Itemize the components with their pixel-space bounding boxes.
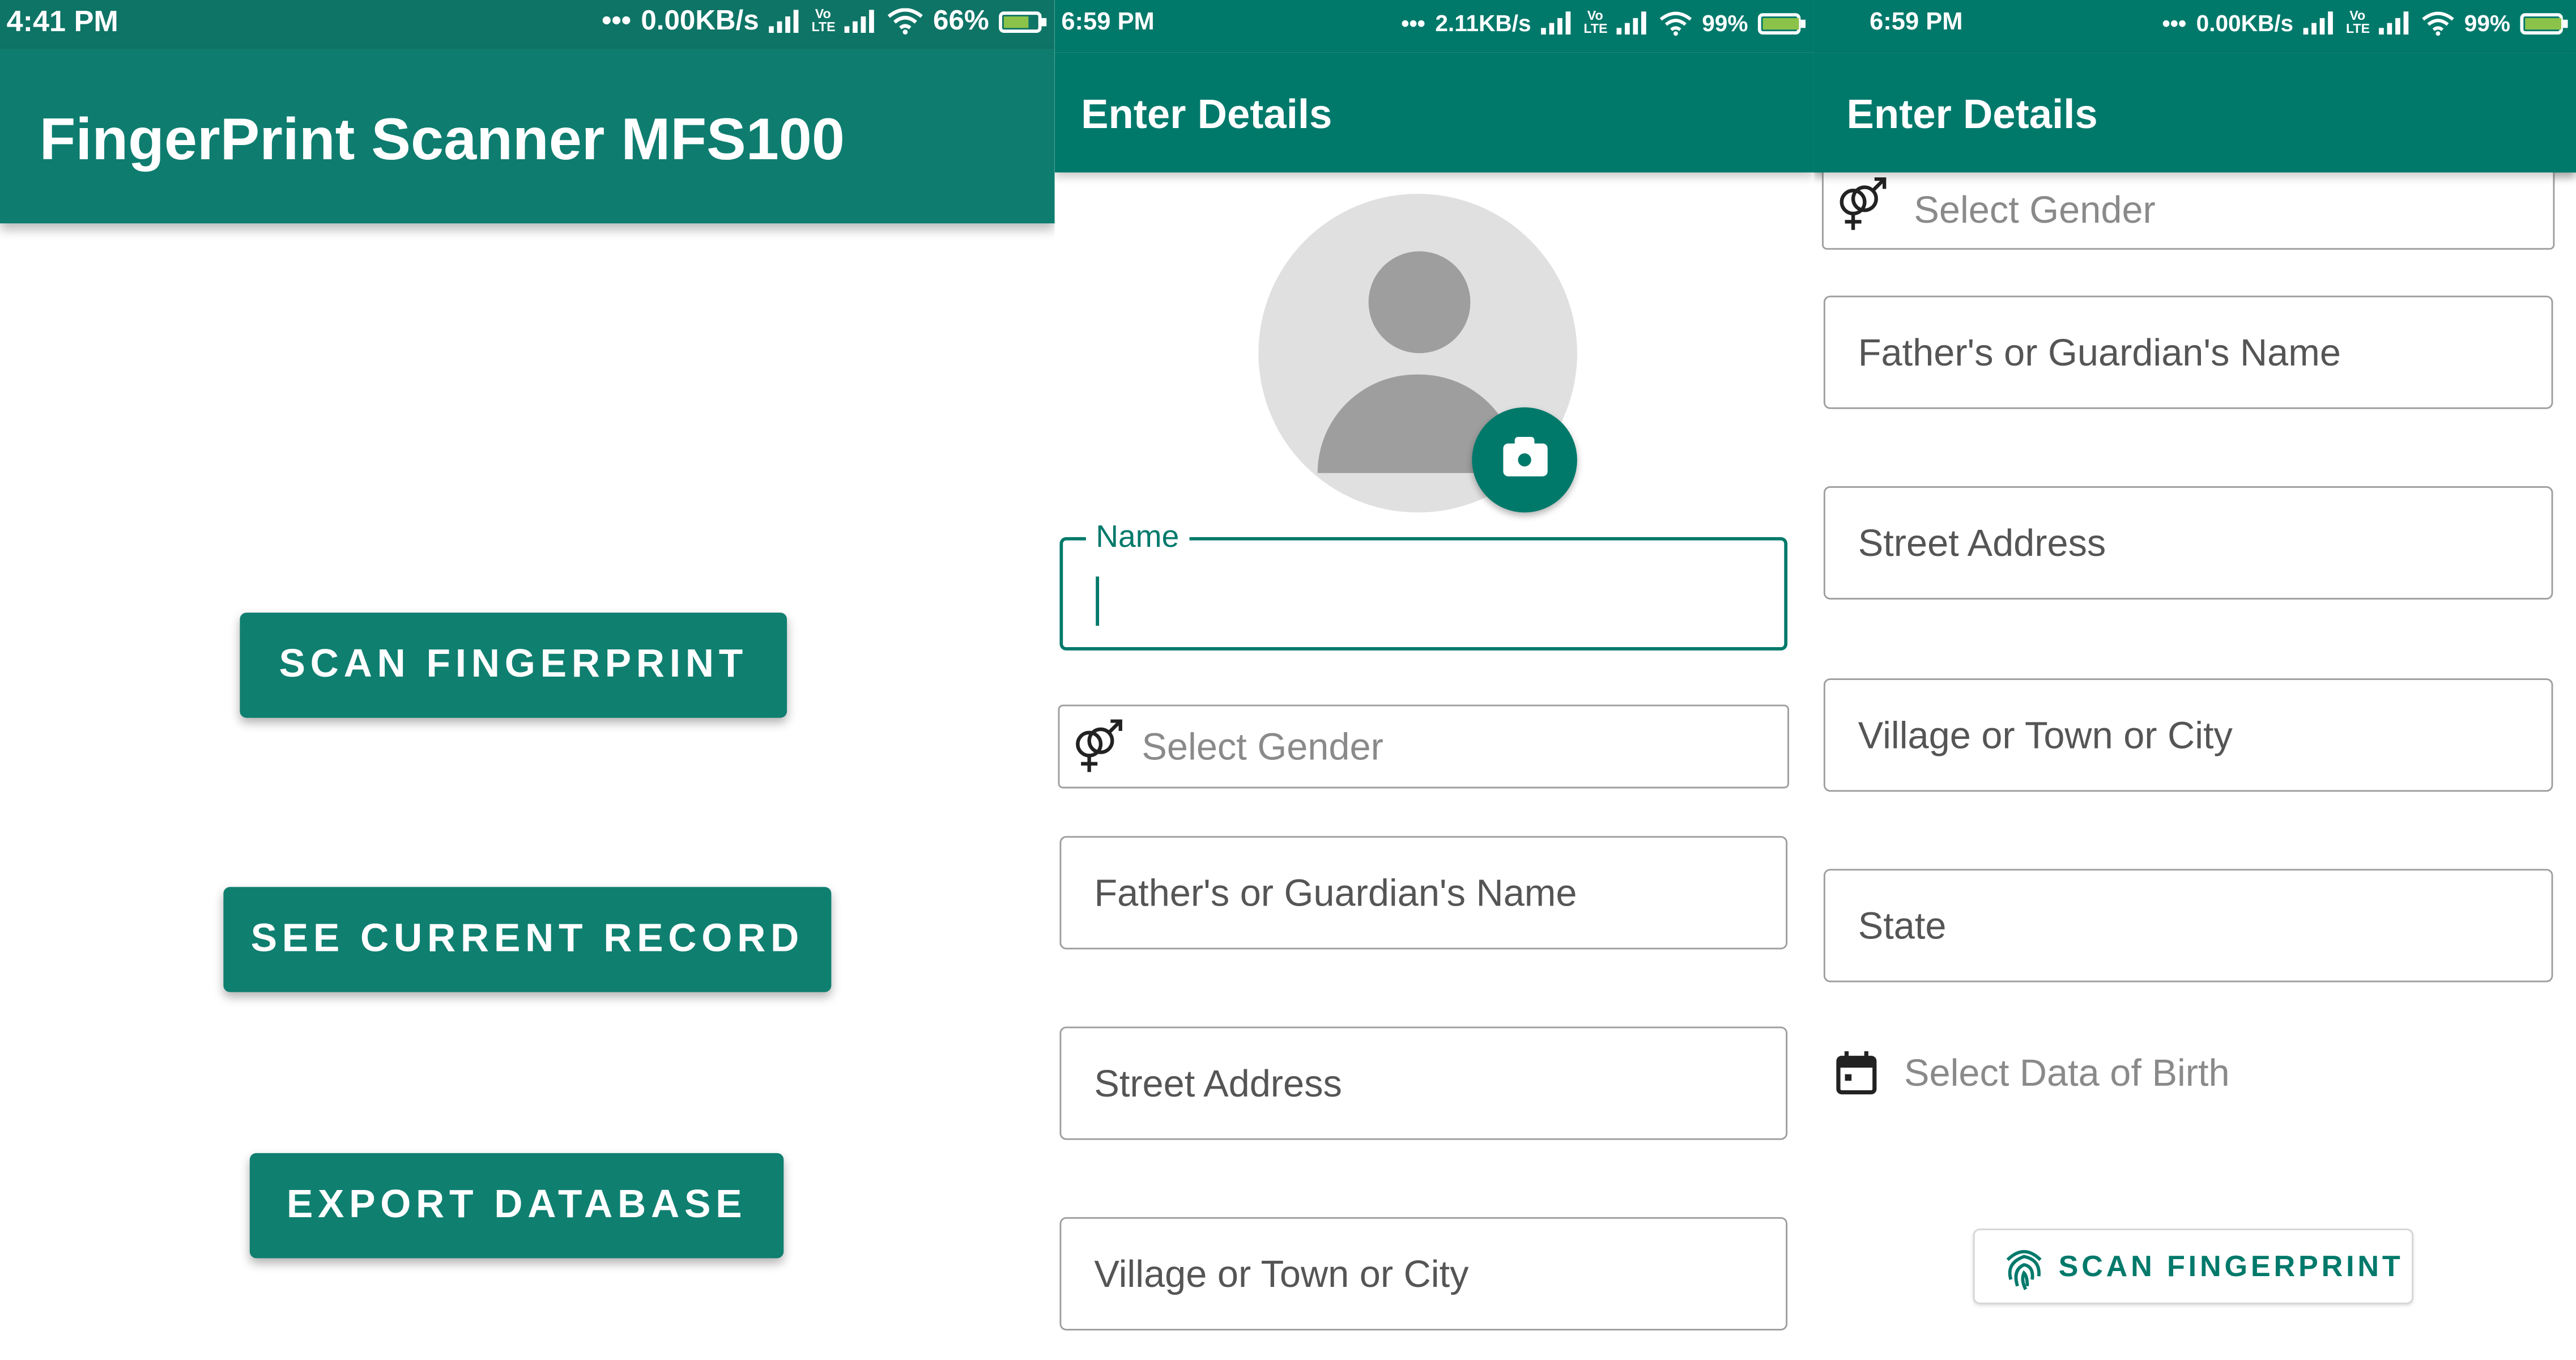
fingerprint-icon (2006, 1250, 2042, 1290)
lte-icon: Vo LTE (1583, 8, 1608, 36)
more-dots-icon: ••• (602, 5, 631, 36)
street-address-field[interactable]: Street Address (1823, 486, 2553, 600)
village-field[interactable]: Village or Town or City (1823, 678, 2553, 792)
status-icons: ••• 0.00KB/s Vo LTE 99% (2162, 8, 2568, 36)
father-name-placeholder: Father's or Guardian's Name (1094, 870, 1577, 913)
battery-icon (2520, 12, 2568, 34)
status-bar: 6:59 PM ••• 2.11KB/s Vo LTE 99% (1054, 0, 1814, 53)
wifi-icon (887, 8, 923, 35)
street-address-placeholder: Street Address (1094, 1061, 1342, 1104)
gender-select[interactable]: Select Gender (1058, 704, 1789, 789)
wifi-icon (1659, 11, 1692, 35)
network-speed: 0.00KB/s (641, 5, 759, 36)
battery-percent: 66% (933, 5, 989, 36)
camera-button[interactable] (1472, 407, 1577, 513)
gender-select[interactable]: Select Gender (1821, 161, 2555, 250)
more-dots-icon: ••• (2162, 10, 2187, 36)
export-database-button[interactable]: EXPORT DATABASE (249, 1153, 784, 1259)
state-placeholder: State (1858, 903, 1947, 946)
gender-placeholder: Select Gender (1914, 188, 2156, 231)
street-address-field[interactable]: Street Address (1059, 1026, 1788, 1140)
dob-placeholder: Select Data of Birth (1904, 1051, 2230, 1094)
signal-icon-2 (2378, 11, 2412, 35)
signal-icon-2 (844, 10, 877, 33)
lte-icon: Vo LTE (811, 6, 836, 35)
name-field-label: Name (1085, 520, 1189, 557)
status-time: 6:59 PM (1061, 8, 1155, 36)
main-menu-screen: 4:41 PM ••• 0.00KB/s Vo LTE 66% FingerPri… (0, 0, 1055, 1360)
village-placeholder: Village or Town or City (1094, 1251, 1469, 1295)
app-bar: Enter Details (1054, 52, 1814, 173)
street-address-placeholder: Street Address (1858, 520, 2106, 564)
see-current-record-button[interactable]: SEE CURRENT RECORD (223, 887, 832, 992)
app-title: FingerPrint Scanner MFS100 (39, 105, 845, 173)
signal-icon-2 (1616, 11, 1649, 35)
father-name-placeholder: Father's or Guardian's Name (1858, 330, 2341, 373)
scan-fingerprint-button[interactable]: SCAN FINGERPRINT (240, 613, 787, 718)
lte-icon: Vo LTE (2345, 8, 2370, 36)
battery-percent: 99% (2464, 10, 2511, 36)
scan-fingerprint-label: SCAN FINGERPRINT (2058, 1250, 2404, 1283)
status-icons: ••• 0.00KB/s Vo LTE 66% (602, 5, 1047, 38)
text-cursor (1096, 576, 1100, 626)
more-dots-icon: ••• (1401, 10, 1425, 36)
scan-fingerprint-button[interactable]: SCAN FINGERPRINT (1973, 1229, 2413, 1304)
network-speed: 2.11KB/s (1435, 10, 1531, 36)
wifi-icon (2422, 11, 2454, 35)
battery-icon (999, 10, 1047, 32)
gender-icon (1840, 177, 1887, 230)
status-bar: 6:59 PM ••• 0.00KB/s Vo LTE 99% (1813, 0, 2576, 53)
father-name-field[interactable]: Father's or Guardian's Name (1059, 836, 1788, 950)
father-name-field[interactable]: Father's or Guardian's Name (1823, 295, 2553, 409)
screen-title-overlay: Enter Details (1846, 92, 2098, 138)
state-field[interactable]: State (1823, 869, 2553, 983)
status-icons: ••• 2.11KB/s Vo LTE 99% (1401, 8, 1806, 36)
app-bar: FingerPrint Scanner MFS100 (0, 49, 1055, 224)
network-speed: 0.00KB/s (2196, 10, 2294, 36)
signal-icon (1541, 11, 1574, 35)
gender-icon (1076, 719, 1122, 771)
name-field[interactable]: Name (1059, 520, 1788, 651)
village-field[interactable]: Village or Town or City (1059, 1217, 1788, 1331)
status-bar: 4:41 PM ••• 0.00KB/s Vo LTE 66% (0, 0, 1055, 49)
status-time: 6:59 PM (1870, 8, 1963, 36)
enter-details-screen-scrolled: 6:59 PM ••• 0.00KB/s VoLTE 99% Enter Det… (1813, 0, 2576, 1360)
battery-icon (1757, 12, 1806, 34)
enter-details-screen-top: 6:59 PM ••• 2.11KB/s Vo LTE 99% Enter Det… (1054, 0, 1814, 1360)
date-of-birth-picker[interactable]: Select Data of Birth (1833, 1045, 2556, 1104)
signal-icon (769, 10, 802, 33)
battery-percent: 99% (1702, 10, 1748, 36)
avatar-head (1368, 251, 1471, 354)
gender-placeholder: Select Gender (1142, 724, 1383, 767)
status-time: 4:41 PM (6, 5, 118, 38)
signal-icon (2303, 11, 2336, 35)
app-bar-overlay: Enter Details (1813, 52, 2576, 173)
calendar-icon (1836, 1051, 1877, 1095)
screen-title: Enter Details (1081, 92, 1332, 138)
village-placeholder: Village or Town or City (1858, 712, 2233, 756)
